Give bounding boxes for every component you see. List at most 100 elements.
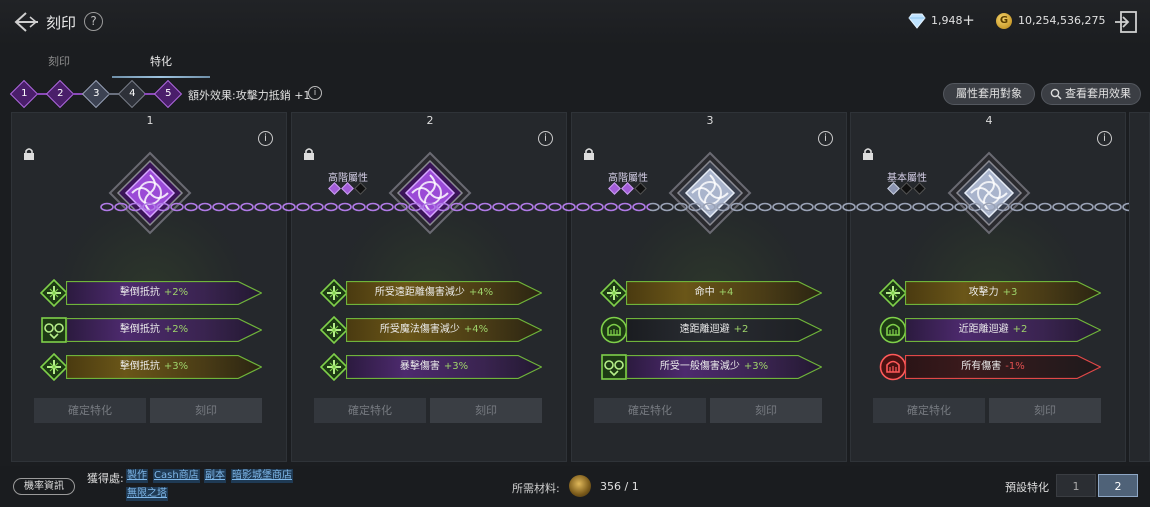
back-arrow-icon[interactable] <box>12 10 40 34</box>
confirm-specialize-button[interactable]: 確定特化 <box>873 398 985 423</box>
specialize-card-2: 2 i 高階屬性 所受遠距離傷害減少 +4% 所受魔法傷害減少 +4% 暴擊傷害… <box>291 112 567 462</box>
lock-icon[interactable] <box>582 147 596 161</box>
lock-icon[interactable] <box>22 147 36 161</box>
stat-row[interactable]: 命中 +4 <box>599 278 822 308</box>
stat-value: +3% <box>163 361 189 372</box>
stage-4[interactable]: 4 <box>117 79 147 109</box>
ram-green-icon <box>600 353 628 381</box>
stat-value: +2% <box>163 324 189 335</box>
engrave-crest-icon[interactable] <box>668 151 752 235</box>
top-bar: 刻印 ? 1,948 + G 10,254,536,275 <box>0 0 1150 46</box>
helm-red-icon <box>879 353 907 381</box>
stat-value: -1% <box>1005 361 1025 372</box>
bonus-info-icon[interactable]: i <box>308 86 322 100</box>
stat-bar: 所受一般傷害減少 +3% <box>626 355 822 379</box>
stat-bar: 暴擊傷害 +3% <box>346 355 542 379</box>
stat-row[interactable]: 擊倒抵抗 +2% <box>40 316 262 344</box>
tab-engrave[interactable]: 刻印 <box>10 48 108 78</box>
card-info-icon[interactable]: i <box>538 131 553 146</box>
specialize-card-3: 3 i 高階屬性 命中 +4 遠距離迴避 +2 所受一般傷害減少 +3% 確定特… <box>571 112 847 462</box>
stat-bar: 遠距離迴避 +2 <box>626 318 822 342</box>
card-number: 3 <box>706 114 714 127</box>
source-link[interactable]: 副本 <box>204 469 226 483</box>
stat-text: 近距離迴避 +2 <box>905 318 1081 342</box>
stat-row[interactable]: 所受魔法傷害減少 +4% <box>319 315 542 345</box>
material-label: 所需材料: <box>512 482 560 495</box>
tab-specialize[interactable]: 特化 <box>112 48 210 78</box>
stage-5-label: 5 <box>165 88 172 100</box>
view-effect-button[interactable]: 查看套用效果 <box>1041 83 1141 105</box>
stage-1[interactable]: 1 <box>9 79 39 109</box>
gold-count: 10,254,536,275 <box>1018 14 1106 27</box>
stat-row[interactable]: 近距離迴避 +2 <box>879 316 1101 344</box>
green-cross-icon <box>319 352 349 382</box>
attr-apply-button[interactable]: 屬性套用對象 <box>943 83 1035 105</box>
diamond-icon <box>908 13 926 29</box>
stat-row[interactable]: 暴擊傷害 +3% <box>319 352 542 382</box>
stat-row[interactable]: 所有傷害 -1% <box>879 353 1101 381</box>
card-number: 2 <box>426 114 434 127</box>
engrave-crest-icon[interactable] <box>388 151 472 235</box>
stat-bar: 所受魔法傷害減少 +4% <box>346 318 542 342</box>
add-diamond-button[interactable]: + <box>960 12 977 29</box>
green-cross-icon <box>599 278 629 308</box>
attr-tier-gems <box>887 182 928 195</box>
stage-2[interactable]: 2 <box>45 79 75 109</box>
stat-bar: 擊倒抵抗 +3% <box>66 355 262 379</box>
stat-text: 命中 +4 <box>626 281 802 305</box>
stat-text: 所受魔法傷害減少 +4% <box>346 318 522 342</box>
stat-name: 所受魔法傷害減少 <box>379 324 460 335</box>
stat-name: 遠距離迴避 <box>679 324 730 335</box>
card-number: 1 <box>146 114 154 127</box>
stage-5[interactable]: 5 <box>153 79 183 109</box>
stat-text: 所有傷害 -1% <box>905 355 1081 379</box>
preset-2-button[interactable]: 2 <box>1098 474 1138 497</box>
stat-row[interactable]: 攻擊力 +3 <box>878 278 1101 308</box>
chain-decoration <box>100 200 1150 214</box>
help-icon[interactable]: ? <box>84 12 103 31</box>
card-info-icon[interactable]: i <box>1097 131 1112 146</box>
card-info-icon[interactable]: i <box>258 131 273 146</box>
engrave-crest-icon[interactable] <box>947 151 1031 235</box>
source-link[interactable]: Cash商店 <box>153 469 200 483</box>
stat-row[interactable]: 所受遠距離傷害減少 +4% <box>319 278 542 308</box>
specialize-card-4: 4 i 基本屬性 攻擊力 +3 近距離迴避 +2 所有傷害 -1% 確定特化 刻… <box>850 112 1126 462</box>
source-link[interactable]: 製作 <box>126 469 148 483</box>
stat-bar: 命中 +4 <box>626 281 822 305</box>
engrave-crest-icon[interactable] <box>108 151 192 235</box>
gold-coin-icon: G <box>996 13 1012 29</box>
stat-bar: 近距離迴避 +2 <box>905 318 1101 342</box>
footer: 機率資訊 獲得處: 製作 Cash商店 副本 暗影城堡商店 無限之塔 所需材料:… <box>0 466 1150 507</box>
preset-label: 預設特化 <box>1005 481 1049 494</box>
lock-icon[interactable] <box>302 147 316 161</box>
preset-1-button[interactable]: 1 <box>1056 474 1096 497</box>
stat-row[interactable]: 所受一般傷害減少 +3% <box>600 353 822 381</box>
source-link[interactable]: 無限之塔 <box>126 487 168 501</box>
exit-icon[interactable] <box>1113 9 1139 35</box>
lock-icon[interactable] <box>861 147 875 161</box>
stat-bar: 所受遠距離傷害減少 +4% <box>346 281 542 305</box>
stat-value: +4 <box>718 287 734 298</box>
stat-name: 所受遠距離傷害減少 <box>374 287 465 298</box>
confirm-specialize-button[interactable]: 確定特化 <box>314 398 426 423</box>
stat-text: 擊倒抵抗 +3% <box>66 355 242 379</box>
stat-text: 擊倒抵抗 +2% <box>66 281 242 305</box>
attr-gem-icon <box>328 182 341 195</box>
stage-3[interactable]: 3 <box>81 79 111 109</box>
helm-green-icon <box>879 316 907 344</box>
confirm-specialize-button[interactable]: 確定特化 <box>34 398 146 423</box>
engrave-button[interactable]: 刻印 <box>989 398 1101 423</box>
rate-info-button[interactable]: 機率資訊 <box>13 478 75 495</box>
engrave-button[interactable]: 刻印 <box>150 398 262 423</box>
card-info-icon[interactable]: i <box>818 131 833 146</box>
stat-bar: 攻擊力 +3 <box>905 281 1101 305</box>
stat-row[interactable]: 遠距離迴避 +2 <box>600 316 822 344</box>
stat-row[interactable]: 擊倒抵抗 +2% <box>39 278 262 308</box>
engrave-button[interactable]: 刻印 <box>430 398 542 423</box>
confirm-specialize-button[interactable]: 確定特化 <box>594 398 706 423</box>
attr-gem-icon <box>887 182 900 195</box>
source-link[interactable]: 暗影城堡商店 <box>231 469 293 483</box>
stat-row[interactable]: 擊倒抵抗 +3% <box>39 352 262 382</box>
engrave-button[interactable]: 刻印 <box>710 398 822 423</box>
green-cross-icon <box>39 278 69 308</box>
